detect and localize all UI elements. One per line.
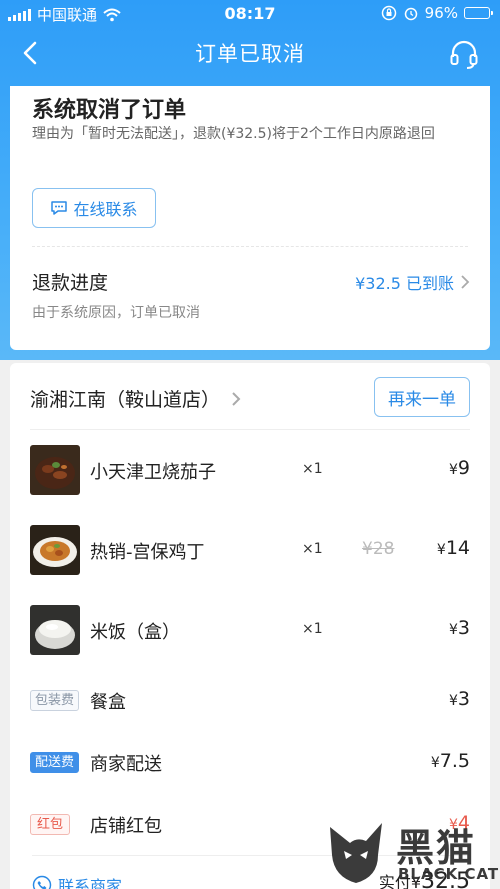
fee-price-value: 7.5 xyxy=(439,750,470,772)
phone-icon xyxy=(32,875,52,889)
divider xyxy=(32,246,468,247)
fee-name: 餐盒 xyxy=(90,692,126,713)
item-name: 热销-宫保鸡丁 xyxy=(90,542,205,563)
alarm-icon xyxy=(404,7,417,21)
refund-status-text: ¥32.5 已到账 xyxy=(355,274,454,293)
online-contact-button[interactable]: 在线联系 xyxy=(32,188,156,228)
headset-icon[interactable] xyxy=(448,38,480,70)
item-original-price: ¥28 xyxy=(362,539,395,559)
battery-icon xyxy=(464,7,493,19)
item-price-value: 14 xyxy=(445,537,470,559)
cancel-title: 系统取消了订单 xyxy=(32,98,187,123)
food-image-eggplant xyxy=(30,445,80,495)
order-item: 米饭（盒） ×1 ¥3 xyxy=(10,605,490,661)
fee-name: 商家配送 xyxy=(90,754,162,775)
chevron-right-icon xyxy=(232,391,241,406)
currency-symbol: ¥ xyxy=(430,755,440,771)
chevron-right-icon xyxy=(461,275,470,289)
fee-name: 店铺红包 xyxy=(90,816,162,837)
cancel-reason: 理由为「暂时无法配送」，退款(¥32.5)将于2个工作日内原路退回 xyxy=(32,126,435,142)
fee-price: ¥3 xyxy=(449,688,470,710)
reorder-button[interactable]: 再来一单 xyxy=(374,377,470,417)
fee-row: 包装费 餐盒 ¥3 xyxy=(10,688,490,718)
currency-symbol: ¥ xyxy=(448,462,458,478)
black-cat-logo-icon xyxy=(330,823,382,883)
shop-name: 渝湘江南（鞍山道店） xyxy=(30,389,221,411)
order-details-card: 渝湘江南（鞍山道店） 再来一单 小天津卫烧茄子 ×1 ¥9 热销-宫保鸡丁 ×1… xyxy=(10,363,490,889)
fee-price-value: 3 xyxy=(457,688,470,710)
refund-progress-title: 退款进度 xyxy=(32,272,109,294)
item-name: 小天津卫烧茄子 xyxy=(90,462,216,483)
currency-symbol: ¥ xyxy=(448,622,458,638)
order-item: 小天津卫烧茄子 ×1 ¥9 xyxy=(10,445,490,501)
order-item: 热销-宫保鸡丁 ×1 ¥28 ¥14 xyxy=(10,525,490,581)
nav-bar: 订单已取消 xyxy=(0,28,500,80)
item-quantity: ×1 xyxy=(302,621,323,637)
watermark-text-cn: 黑猫 xyxy=(396,826,477,870)
cancel-info-card: 系统取消了订单 理由为「暂时无法配送」，退款(¥32.5)将于2个工作日内原路退… xyxy=(10,86,490,350)
status-right: 96% xyxy=(381,4,493,22)
fee-tag: 配送费 xyxy=(30,752,80,773)
fee-price: ¥7.5 xyxy=(431,750,470,772)
divider xyxy=(30,429,470,430)
contact-merchant-button[interactable]: 联系商家 xyxy=(32,873,122,889)
item-price-value: 3 xyxy=(457,617,470,639)
item-price: ¥9 xyxy=(449,457,470,479)
online-contact-label: 在线联系 xyxy=(73,200,138,219)
food-image-rice xyxy=(30,605,80,655)
item-price-value: 9 xyxy=(457,457,470,479)
currency-symbol: ¥ xyxy=(448,693,458,709)
item-quantity: ×1 xyxy=(302,461,323,477)
fee-tag: 红包 xyxy=(30,814,70,835)
item-price: ¥3 xyxy=(449,617,470,639)
status-bar: 中国联通 08:17 96% xyxy=(0,0,500,28)
currency-symbol: ¥ xyxy=(436,542,446,558)
contact-merchant-label: 联系商家 xyxy=(58,877,123,889)
item-quantity: ×1 xyxy=(302,541,323,557)
page-title: 订单已取消 xyxy=(195,42,305,66)
item-name: 米饭（盒） xyxy=(90,622,180,643)
item-price: ¥14 xyxy=(437,537,470,559)
refund-status-link[interactable]: ¥32.5 已到账 xyxy=(355,270,470,294)
fee-tag: 包装费 xyxy=(30,690,80,711)
shop-name-link[interactable]: 渝湘江南（鞍山道店） xyxy=(30,385,242,412)
battery-percent: 96% xyxy=(424,4,458,22)
refund-note: 由于系统原因，订单已取消 xyxy=(32,305,200,321)
chat-icon xyxy=(51,201,68,215)
food-image-kung-pao-chicken xyxy=(30,525,80,575)
black-cat-watermark: 黑猫 BLACK CAT xyxy=(320,815,500,889)
fee-row: 配送费 商家配送 ¥7.5 xyxy=(10,750,490,780)
watermark-text-en: BLACK CAT xyxy=(398,865,500,883)
rotation-lock-icon xyxy=(381,5,396,21)
